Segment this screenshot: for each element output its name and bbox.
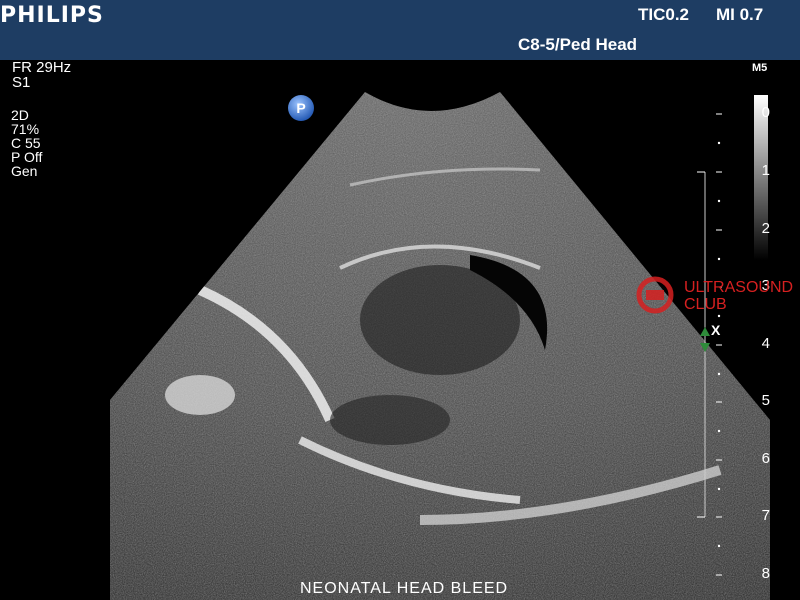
depth-4: 4: [761, 335, 770, 352]
watermark-logo-icon: [636, 276, 674, 314]
gain-label: 71%: [11, 121, 40, 137]
depth-2: 2: [761, 220, 770, 237]
image-caption: NEONATAL HEAD BLEED: [300, 580, 509, 597]
mode-parameters: 2D 71% C 55 P Off Gen: [11, 108, 42, 178]
depth-5: 5: [761, 392, 770, 409]
s-setting: S1: [12, 74, 31, 91]
imaging-parameters: FR 29Hz S1: [12, 60, 71, 90]
p-badge-icon: P: [288, 95, 314, 121]
grayscale-label: M5: [752, 62, 768, 74]
depth-1: 1: [761, 162, 770, 179]
contrast-label: C 55: [11, 135, 41, 151]
focus-label: X: [711, 322, 721, 338]
watermark-line2: CLUB: [684, 296, 727, 313]
watermark-line1: ULTRASOUND: [684, 279, 794, 296]
depth-6: 6: [761, 450, 770, 467]
depth-7: 7: [761, 507, 770, 524]
depth-8: 8: [761, 565, 770, 582]
focus-marker-up: [700, 327, 710, 336]
persistence-label: P Off: [11, 149, 43, 165]
ultrasound-image: [110, 92, 770, 600]
mode-label: 2D: [11, 107, 29, 123]
depth-0: 0: [761, 104, 770, 121]
frame-rate: FR 29Hz: [12, 59, 72, 76]
resolution-label: Gen: [11, 163, 38, 179]
